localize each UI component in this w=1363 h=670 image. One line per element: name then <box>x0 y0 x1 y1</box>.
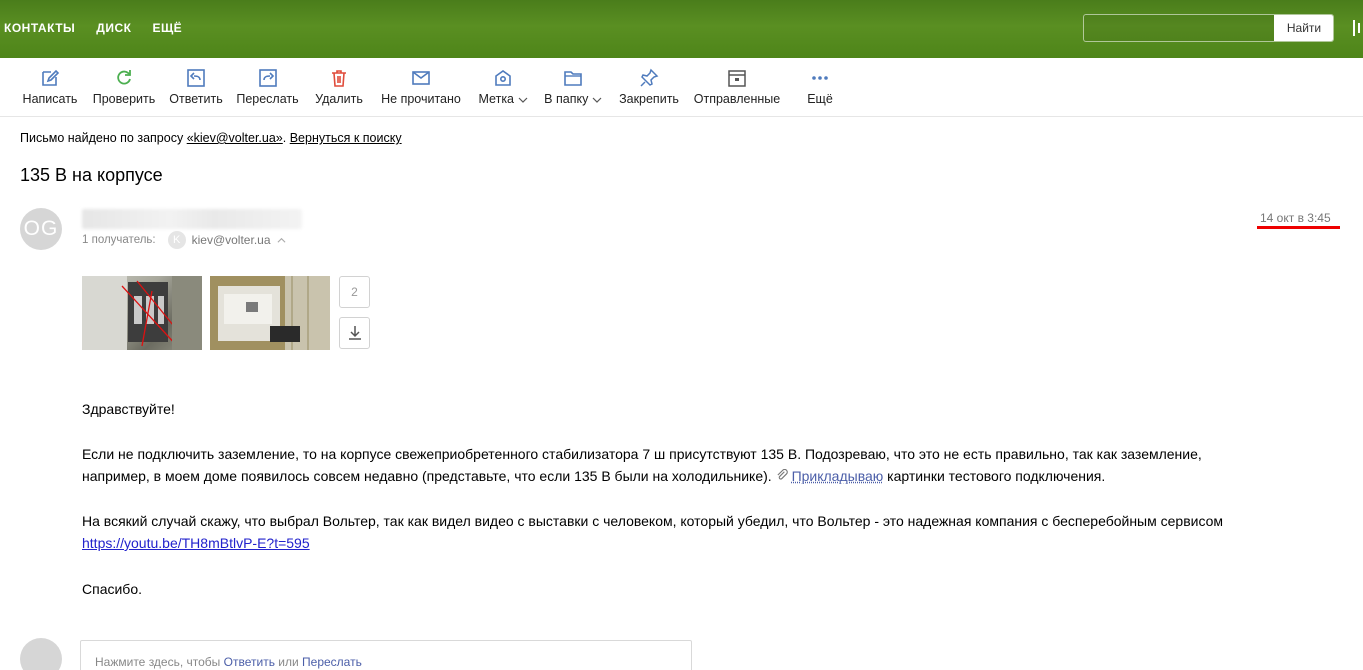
search-query-link[interactable]: «kiev@volter.ua» <box>187 131 283 145</box>
mark-unread-button[interactable]: Не прочитано <box>380 68 462 112</box>
attachment-photo-2 <box>210 276 330 350</box>
quick-reply-link[interactable]: Ответить <box>224 655 275 669</box>
pin-label: Закрепить <box>619 92 679 106</box>
unread-label: Не прочитано <box>381 92 461 106</box>
check-label: Проверить <box>92 92 156 106</box>
move-to-folder-button[interactable]: В папку <box>542 68 604 112</box>
nav-more[interactable]: ЕЩЁ <box>152 21 182 35</box>
nav-disk[interactable]: ДИСК <box>96 21 131 35</box>
settings-handle-icon[interactable] <box>1353 20 1363 36</box>
paperclip-icon <box>777 469 788 480</box>
paragraph-2-line-1: На всякий случай скажу, что выбрал Вольт… <box>82 513 1224 529</box>
recipient-avatar: K <box>167 231 186 249</box>
sent-button[interactable]: Отправленные <box>693 68 781 112</box>
notice-sep: . <box>282 131 290 145</box>
recipient-email[interactable]: kiev@volter.ua <box>192 233 271 247</box>
quick-reply-box[interactable]: Нажмите здесь, чтобы Ответить или Пересл… <box>80 640 692 670</box>
attachment-inline-link[interactable]: Прикладываю <box>792 468 884 484</box>
notice-prefix: Письмо найдено по запросу <box>20 131 187 145</box>
sent-label: Отправленные <box>693 92 781 106</box>
folder-label: В папку <box>544 92 602 106</box>
search-notice: Письмо найдено по запросу «kiev@volter.u… <box>20 131 402 145</box>
compose-label: Написать <box>22 92 78 106</box>
more-actions-button[interactable]: Ещё <box>805 68 835 112</box>
search-button[interactable]: Найти <box>1274 15 1333 41</box>
download-icon <box>348 326 361 340</box>
paragraph-1-tail: картинки тестового подключения. <box>883 468 1106 484</box>
pin-icon <box>640 68 659 87</box>
message-date: 14 окт в 3:45 <box>1260 211 1331 225</box>
check-mail-button[interactable]: Проверить <box>92 68 156 112</box>
refresh-icon <box>117 70 131 85</box>
more-attachments-button[interactable]: 2 <box>339 276 370 308</box>
top-nav: КОНТАКТЫ ДИСК ЕЩЁ <box>4 21 182 35</box>
youtube-link[interactable]: https://youtu.be/TH8mBtlvP-E?t=595 <box>82 535 310 551</box>
body-paragraph-1: Если не подключить заземление, то на кор… <box>82 443 1342 487</box>
date-highlight-mark <box>1257 226 1340 229</box>
paragraph-1-line-2: например, в моем доме появилось совсем н… <box>82 465 1342 487</box>
quick-reply-prompt: Нажмите здесь, чтобы Ответить или Пересл… <box>95 655 362 669</box>
envelope-icon <box>412 71 430 85</box>
download-attachments-button[interactable] <box>339 317 370 349</box>
greeting-text: Здравствуйте! <box>82 401 175 417</box>
quick-forward-link[interactable]: Переслать <box>302 655 362 669</box>
folder-icon <box>564 71 582 86</box>
forward-label: Переслать <box>236 92 299 106</box>
chevron-up-icon[interactable] <box>277 236 286 245</box>
pin-button[interactable]: Закрепить <box>618 68 680 112</box>
search-input[interactable] <box>1084 15 1274 41</box>
paragraph-1-line-1: Если не подключить заземление, то на кор… <box>82 446 1202 462</box>
more-dots-icon <box>812 76 828 80</box>
back-to-search-link[interactable]: Вернуться к поиску <box>290 131 402 145</box>
top-bar: КОНТАКТЫ ДИСК ЕЩЁ Найти <box>0 0 1363 58</box>
paragraph-1-text: например, в моем доме появилось совсем н… <box>82 468 772 484</box>
recipients-row: 1 получатель: K kiev@volter.ua <box>82 231 286 249</box>
thanks-text: Спасибо. <box>82 581 142 597</box>
reply-icon <box>187 69 205 87</box>
sent-icon <box>728 70 746 87</box>
attachment-thumbnail-2[interactable] <box>210 276 330 350</box>
chevron-down-icon <box>592 97 602 103</box>
nav-contacts[interactable]: КОНТАКТЫ <box>4 21 75 35</box>
message-subject: 135 В на корпусе <box>20 165 163 185</box>
label-icon <box>495 70 511 86</box>
label-button[interactable]: Метка <box>477 68 529 112</box>
compose-button[interactable]: Написать <box>22 68 78 112</box>
compose-icon <box>42 69 60 86</box>
delete-label: Удалить <box>315 92 363 106</box>
more-label: Ещё <box>807 92 833 106</box>
reply-button[interactable]: Ответить <box>169 68 223 112</box>
chevron-down-icon <box>518 97 527 103</box>
body-paragraph-2: На всякий случай скажу, что выбрал Вольт… <box>82 510 1352 554</box>
recipients-label: 1 получатель: <box>82 234 156 246</box>
forward-icon <box>258 69 277 87</box>
attachment-photo-1 <box>82 276 202 350</box>
user-avatar <box>20 638 62 670</box>
forward-button[interactable]: Переслать <box>236 68 299 112</box>
attachment-thumbnail-1[interactable] <box>82 276 202 350</box>
sender-name-redacted[interactable] <box>82 209 302 229</box>
label-label: Метка <box>479 92 528 106</box>
delete-button[interactable]: Удалить <box>314 68 364 112</box>
message-toolbar: Написать Проверить Ответить Переслать Уд… <box>0 58 1363 117</box>
sender-avatar[interactable]: OG <box>20 208 62 250</box>
search-box: Найти <box>1083 14 1334 42</box>
reply-label: Ответить <box>169 92 223 106</box>
trash-icon <box>332 70 346 87</box>
